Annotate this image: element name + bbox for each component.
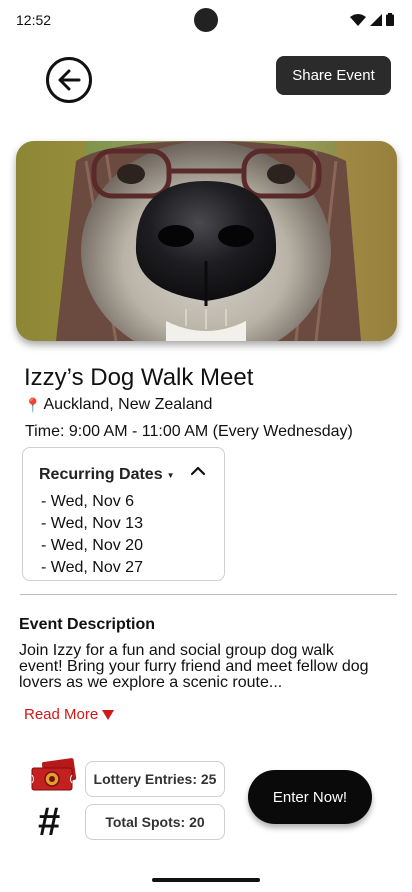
recurring-dates-card: Recurring Dates ▼ - Wed, Nov 6 - Wed, No… [22, 447, 225, 581]
enter-now-button[interactable]: Enter Now! [248, 770, 372, 824]
status-icons [350, 13, 394, 26]
share-event-button[interactable]: Share Event [276, 56, 391, 95]
ticket-icon [29, 758, 77, 797]
lottery-entries-badge: Lottery Entries: 25 [85, 761, 225, 797]
camera-cutout [194, 8, 218, 32]
recurring-date-item: - Wed, Nov 27 [41, 559, 143, 576]
description-heading: Event Description [19, 616, 156, 633]
signal-icon [370, 14, 382, 26]
status-bar: 12:52 [0, 0, 412, 40]
event-location: 📍 Auckland, New Zealand [24, 396, 212, 414]
arrow-left-icon [58, 69, 81, 91]
read-more-label: Read More [24, 706, 99, 723]
triangle-down-icon [102, 709, 115, 720]
back-button[interactable] [46, 57, 92, 103]
recurring-date-item: - Wed, Nov 6 [41, 493, 135, 510]
total-spots-badge: Total Spots: 20 [85, 804, 225, 840]
wifi-icon [350, 14, 366, 26]
description-text: Join Izzy for a fun and social group dog… [19, 642, 369, 691]
recurring-dates-header[interactable]: Recurring Dates ▼ [39, 466, 175, 484]
status-time: 12:52 [16, 12, 52, 28]
recurring-date-item: - Wed, Nov 13 [41, 515, 143, 532]
event-time: Time: 9:00 AM - 11:00 AM (Every Wednesda… [25, 423, 353, 440]
hash-icon: # [38, 800, 61, 844]
read-more-link[interactable]: Read More [24, 706, 115, 723]
section-divider [20, 594, 397, 595]
home-indicator[interactable] [152, 878, 260, 882]
chevron-up-icon[interactable] [190, 464, 206, 482]
caret-down-icon: ▼ [166, 470, 175, 480]
battery-icon [386, 13, 394, 26]
location-pin-icon: 📍 [24, 396, 42, 413]
event-location-text: Auckland, New Zealand [43, 396, 213, 413]
recurring-date-item: - Wed, Nov 20 [41, 537, 143, 554]
recurring-dates-label: Recurring Dates [39, 466, 163, 483]
event-title: Izzy’s Dog Walk Meet [24, 364, 254, 391]
recurring-dates-list: - Wed, Nov 6 - Wed, Nov 13 - Wed, Nov 20… [41, 491, 143, 579]
event-hero-image [16, 141, 397, 341]
